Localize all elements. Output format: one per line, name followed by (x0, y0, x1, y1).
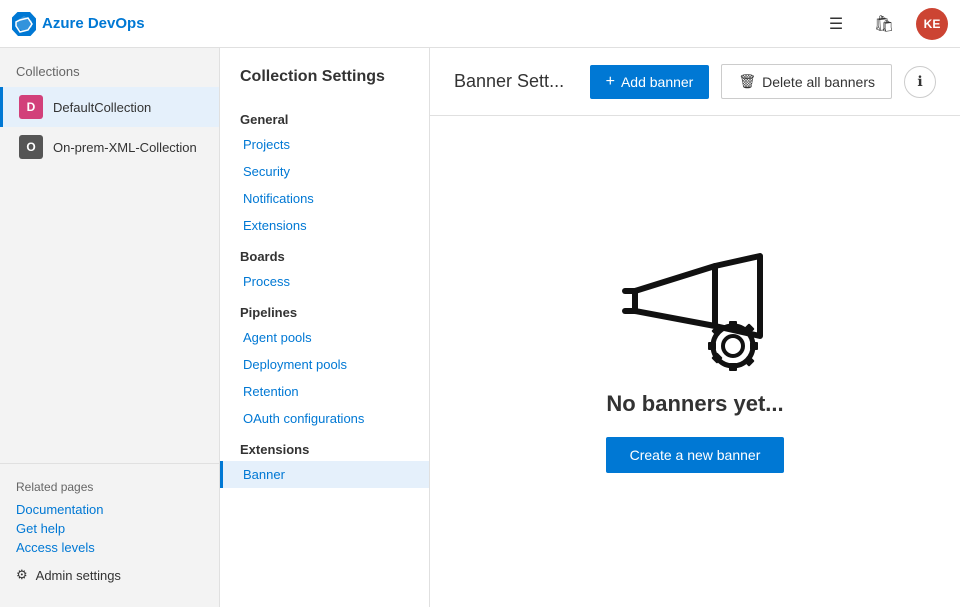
shopping-bag-btn[interactable]: 🛍 (868, 8, 900, 40)
collection-item-default[interactable]: D DefaultCollection (0, 87, 219, 127)
admin-settings-label: Admin settings (36, 568, 121, 583)
nav-retention[interactable]: Retention (220, 378, 429, 405)
settings-sidebar: Collection Settings General Projects Sec… (220, 48, 430, 607)
nav-deployment-pools[interactable]: Deployment pools (220, 351, 429, 378)
get-help-link[interactable]: Get help (16, 521, 203, 536)
collection-name-default: DefaultCollection (53, 100, 151, 115)
content-header: Banner Sett... + Add banner 🗑 Delete all… (430, 48, 960, 116)
nav-extensions-general[interactable]: Extensions (220, 212, 429, 239)
nav-process[interactable]: Process (220, 268, 429, 295)
collection-avatar-d: D (19, 95, 43, 119)
empty-state: No banners yet... Create a new banner (430, 116, 960, 607)
create-new-banner-button[interactable]: Create a new banner (606, 437, 785, 473)
page-title: Banner Sett... (454, 71, 578, 92)
access-levels-link[interactable]: Access levels (16, 540, 203, 555)
collection-item-onprem[interactable]: O On-prem-XML-Collection (0, 127, 219, 167)
main-layout: Collections D DefaultCollection O On-pre… (0, 48, 960, 607)
admin-settings-link[interactable]: ⚙ Admin settings (16, 559, 203, 591)
settings-icon-btn[interactable]: ☰ (820, 8, 852, 40)
add-banner-button[interactable]: + Add banner (590, 65, 710, 99)
delete-all-banners-button[interactable]: 🗑 Delete all banners (721, 64, 892, 99)
shopping-bag-icon: 🛍 (874, 14, 894, 34)
group-general: General (220, 102, 429, 131)
info-icon: ℹ (917, 73, 922, 90)
nav-banner[interactable]: Banner (220, 461, 429, 488)
app-name: Azure DevOps (42, 15, 145, 32)
plus-icon: + (606, 73, 615, 91)
documentation-link[interactable]: Documentation (16, 502, 203, 517)
user-avatar[interactable]: KE (916, 8, 948, 40)
empty-state-illustration (615, 251, 775, 371)
collections-title: Collections (0, 48, 219, 87)
collections-sidebar: Collections D DefaultCollection O On-pre… (0, 48, 220, 607)
gear-icon: ⚙ (16, 567, 28, 583)
group-pipelines: Pipelines (220, 295, 429, 324)
group-boards: Boards (220, 239, 429, 268)
collection-avatar-o: O (19, 135, 43, 159)
info-button[interactable]: ℹ (904, 66, 936, 98)
top-nav-actions: ☰ 🛍 KE (820, 8, 948, 40)
related-pages-label: Related pages (16, 480, 203, 494)
nav-security[interactable]: Security (220, 158, 429, 185)
empty-state-text: No banners yet... (606, 391, 783, 417)
nav-notifications[interactable]: Notifications (220, 185, 429, 212)
settings-title: Collection Settings (220, 56, 429, 102)
collection-name-onprem: On-prem-XML-Collection (53, 140, 197, 155)
delete-banners-label: Delete all banners (762, 74, 875, 90)
nav-oauth[interactable]: OAuth configurations (220, 405, 429, 432)
nav-agent-pools[interactable]: Agent pools (220, 324, 429, 351)
app-logo: Azure DevOps (12, 12, 145, 36)
add-banner-label: Add banner (621, 74, 693, 90)
sidebar-bottom: Related pages Documentation Get help Acc… (0, 463, 219, 607)
settings-icon: ☰ (829, 14, 843, 34)
trash-icon: 🗑 (738, 73, 756, 90)
content-area: Banner Sett... + Add banner 🗑 Delete all… (430, 48, 960, 607)
top-nav: Azure DevOps ☰ 🛍 KE (0, 0, 960, 48)
group-extensions: Extensions (220, 432, 429, 461)
nav-projects[interactable]: Projects (220, 131, 429, 158)
logo-icon (12, 12, 36, 36)
